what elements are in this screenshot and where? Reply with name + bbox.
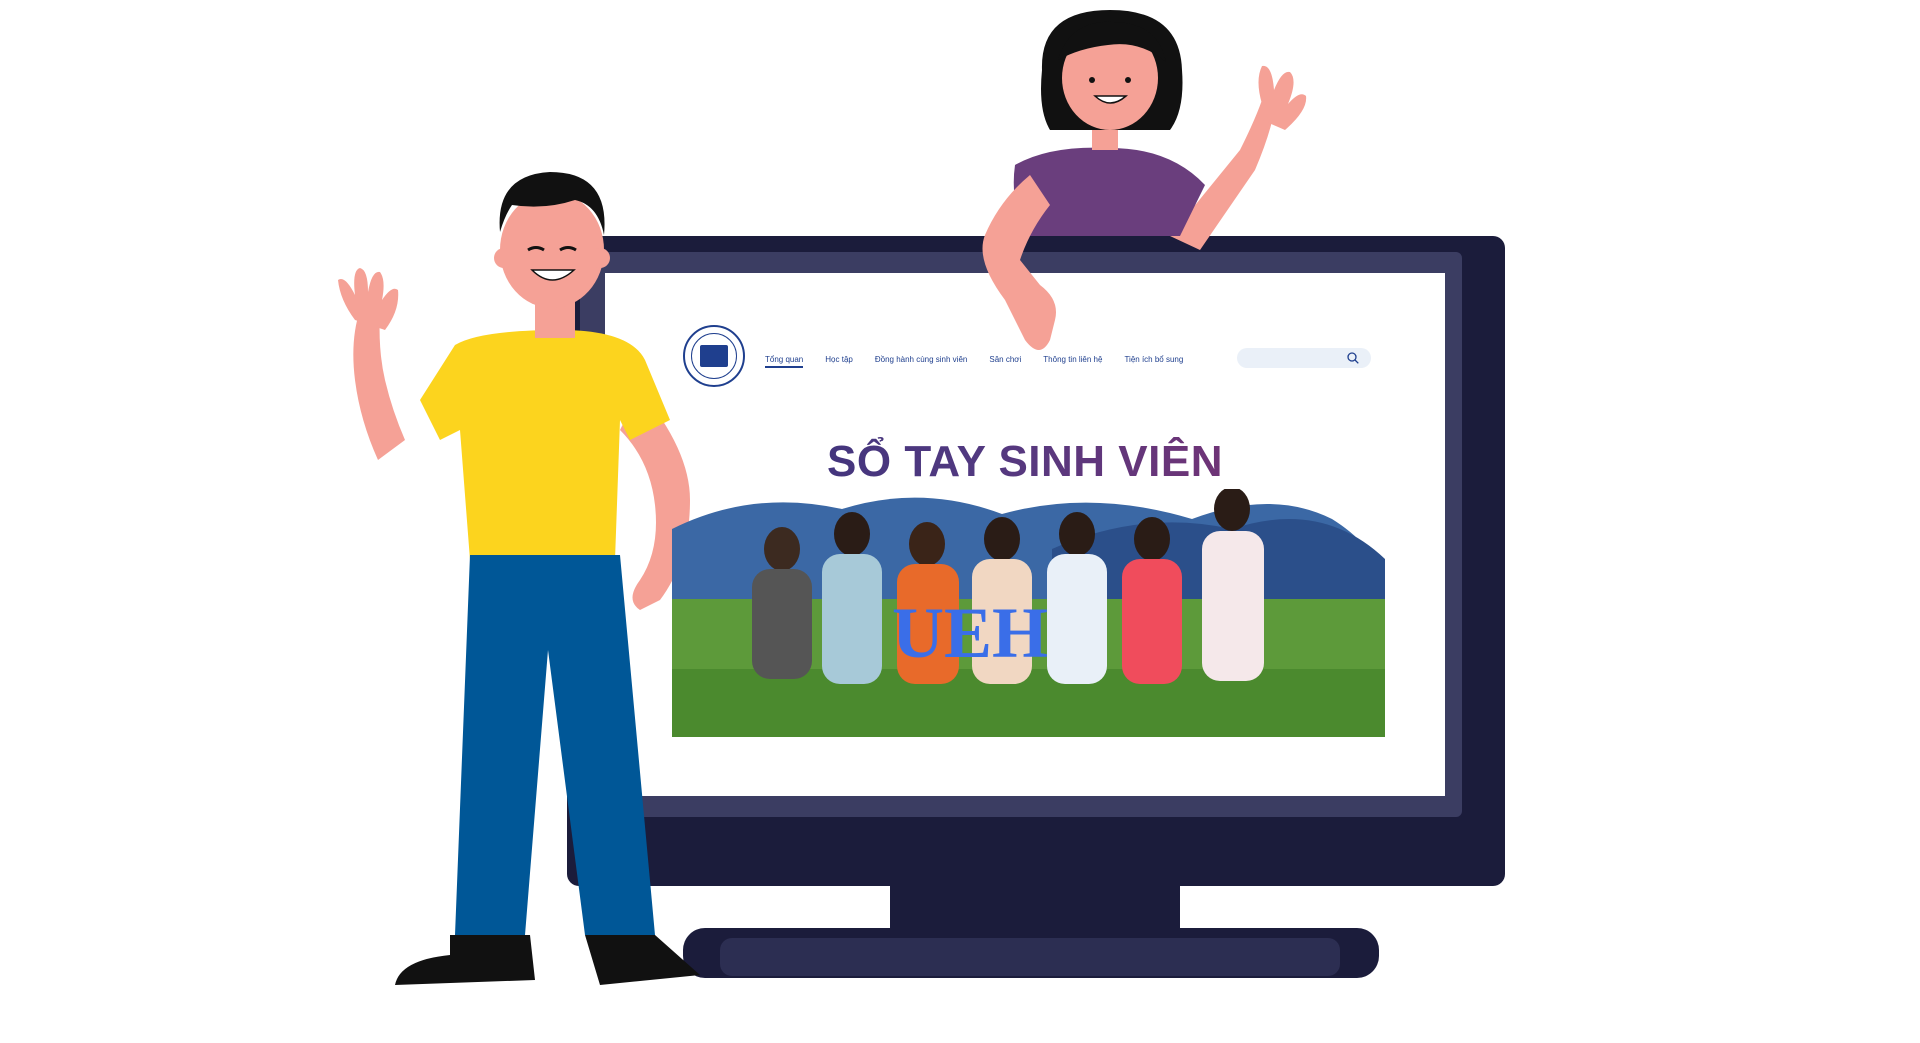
nav-tong-quan[interactable]: Tổng quan — [765, 355, 804, 368]
search-icon[interactable] — [1347, 352, 1359, 364]
book-icon — [700, 345, 728, 367]
hero-title: SỔ TAY SINH VIÊN — [605, 437, 1445, 487]
nav-dong-hanh[interactable]: Đồng hành cùng sinh viên — [875, 355, 968, 364]
photo-sign-text: UEH — [892, 593, 1048, 673]
nav-tien-ich[interactable]: Tiện ích bổ sung — [1124, 355, 1183, 364]
nav-hoc-tap[interactable]: Học tập — [825, 355, 853, 364]
main-nav: Tổng quan Học tập Đồng hành cùng sinh vi… — [765, 351, 1205, 368]
students-photo: UEH — [672, 489, 1385, 737]
logo-emblem — [691, 333, 737, 379]
nav-thong-tin-lien-he[interactable]: Thông tin liên hệ — [1043, 355, 1102, 364]
nav-san-choi[interactable]: Sân chơi — [989, 355, 1021, 364]
monitor-stand — [683, 880, 1379, 978]
website-screen: Tổng quan Học tập Đồng hành cùng sinh vi… — [605, 275, 1445, 795]
ueh-logo[interactable] — [683, 325, 745, 387]
